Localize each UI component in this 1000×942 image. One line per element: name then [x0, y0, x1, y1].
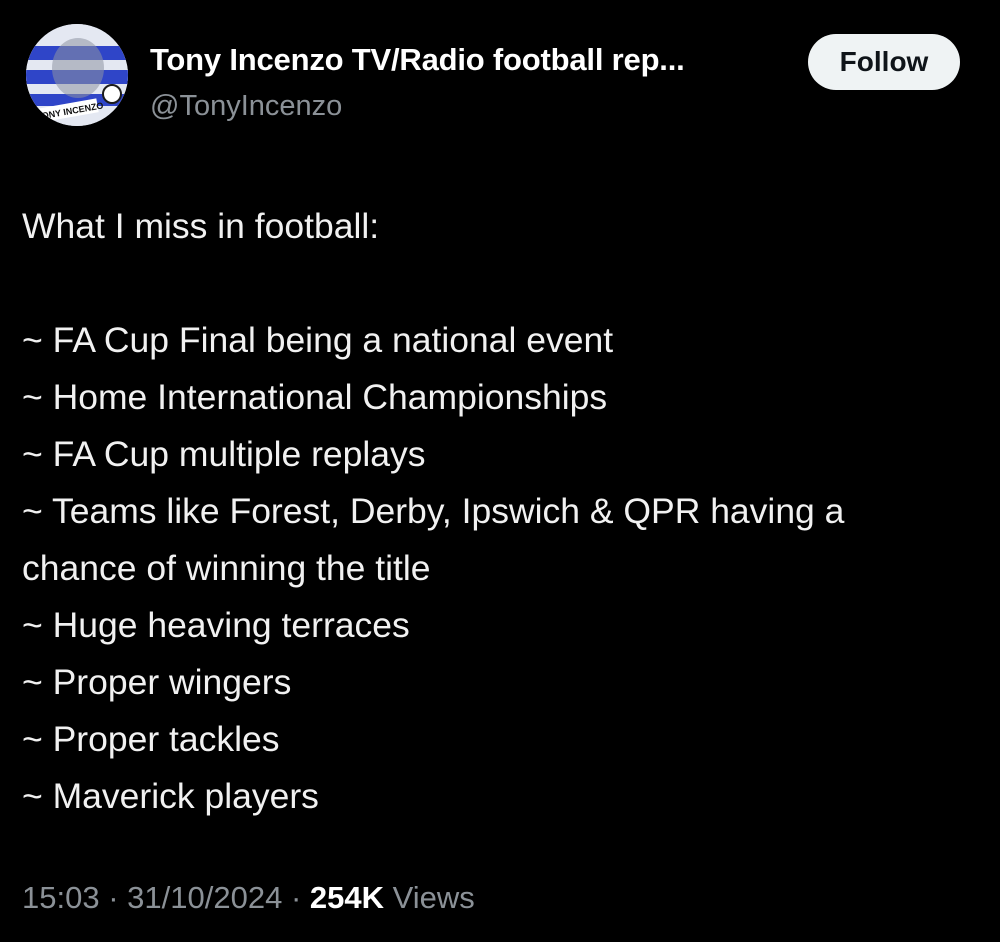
views-count[interactable]: 254K	[310, 880, 384, 915]
tweet-line: ~ Home International Championships	[22, 377, 608, 417]
tweet-header: TONY INCENZO Tony Incenzo TV/Radio footb…	[22, 22, 982, 132]
tweet-line: ~ Maverick players	[22, 776, 319, 816]
author-display-name[interactable]: Tony Incenzo TV/Radio football rep...	[150, 42, 685, 78]
tweet-line: ~ Huge heaving terraces	[22, 605, 410, 645]
tweet-line: What I miss in football:	[22, 206, 380, 246]
tweet-line: ~ FA Cup Final being a national event	[22, 320, 614, 360]
meta-separator: ·	[108, 880, 119, 915]
views-label[interactable]: Views	[393, 880, 475, 915]
tweet-line: ~ Teams like Forest, Derby, Ipswich & QP…	[22, 491, 845, 531]
tweet-line: chance of winning the title	[22, 548, 431, 588]
tweet-meta: 15:03 · 31/10/2024 · 254K Views	[22, 880, 475, 916]
tweet-date[interactable]: 31/10/2024	[127, 880, 282, 915]
tweet-text: What I miss in football: ~ FA Cup Final …	[22, 198, 982, 825]
tweet-line: ~ FA Cup multiple replays	[22, 434, 426, 474]
meta-separator: ·	[290, 880, 302, 915]
tweet-line: ~ Proper tackles	[22, 719, 280, 759]
avatar[interactable]: TONY INCENZO	[26, 24, 128, 126]
tweet-line: ~ Proper wingers	[22, 662, 292, 702]
author-handle[interactable]: @TonyIncenzo	[150, 90, 342, 123]
tweet-time[interactable]: 15:03	[22, 880, 100, 915]
follow-button[interactable]: Follow	[808, 34, 960, 90]
avatar-image: TONY INCENZO	[26, 24, 128, 126]
